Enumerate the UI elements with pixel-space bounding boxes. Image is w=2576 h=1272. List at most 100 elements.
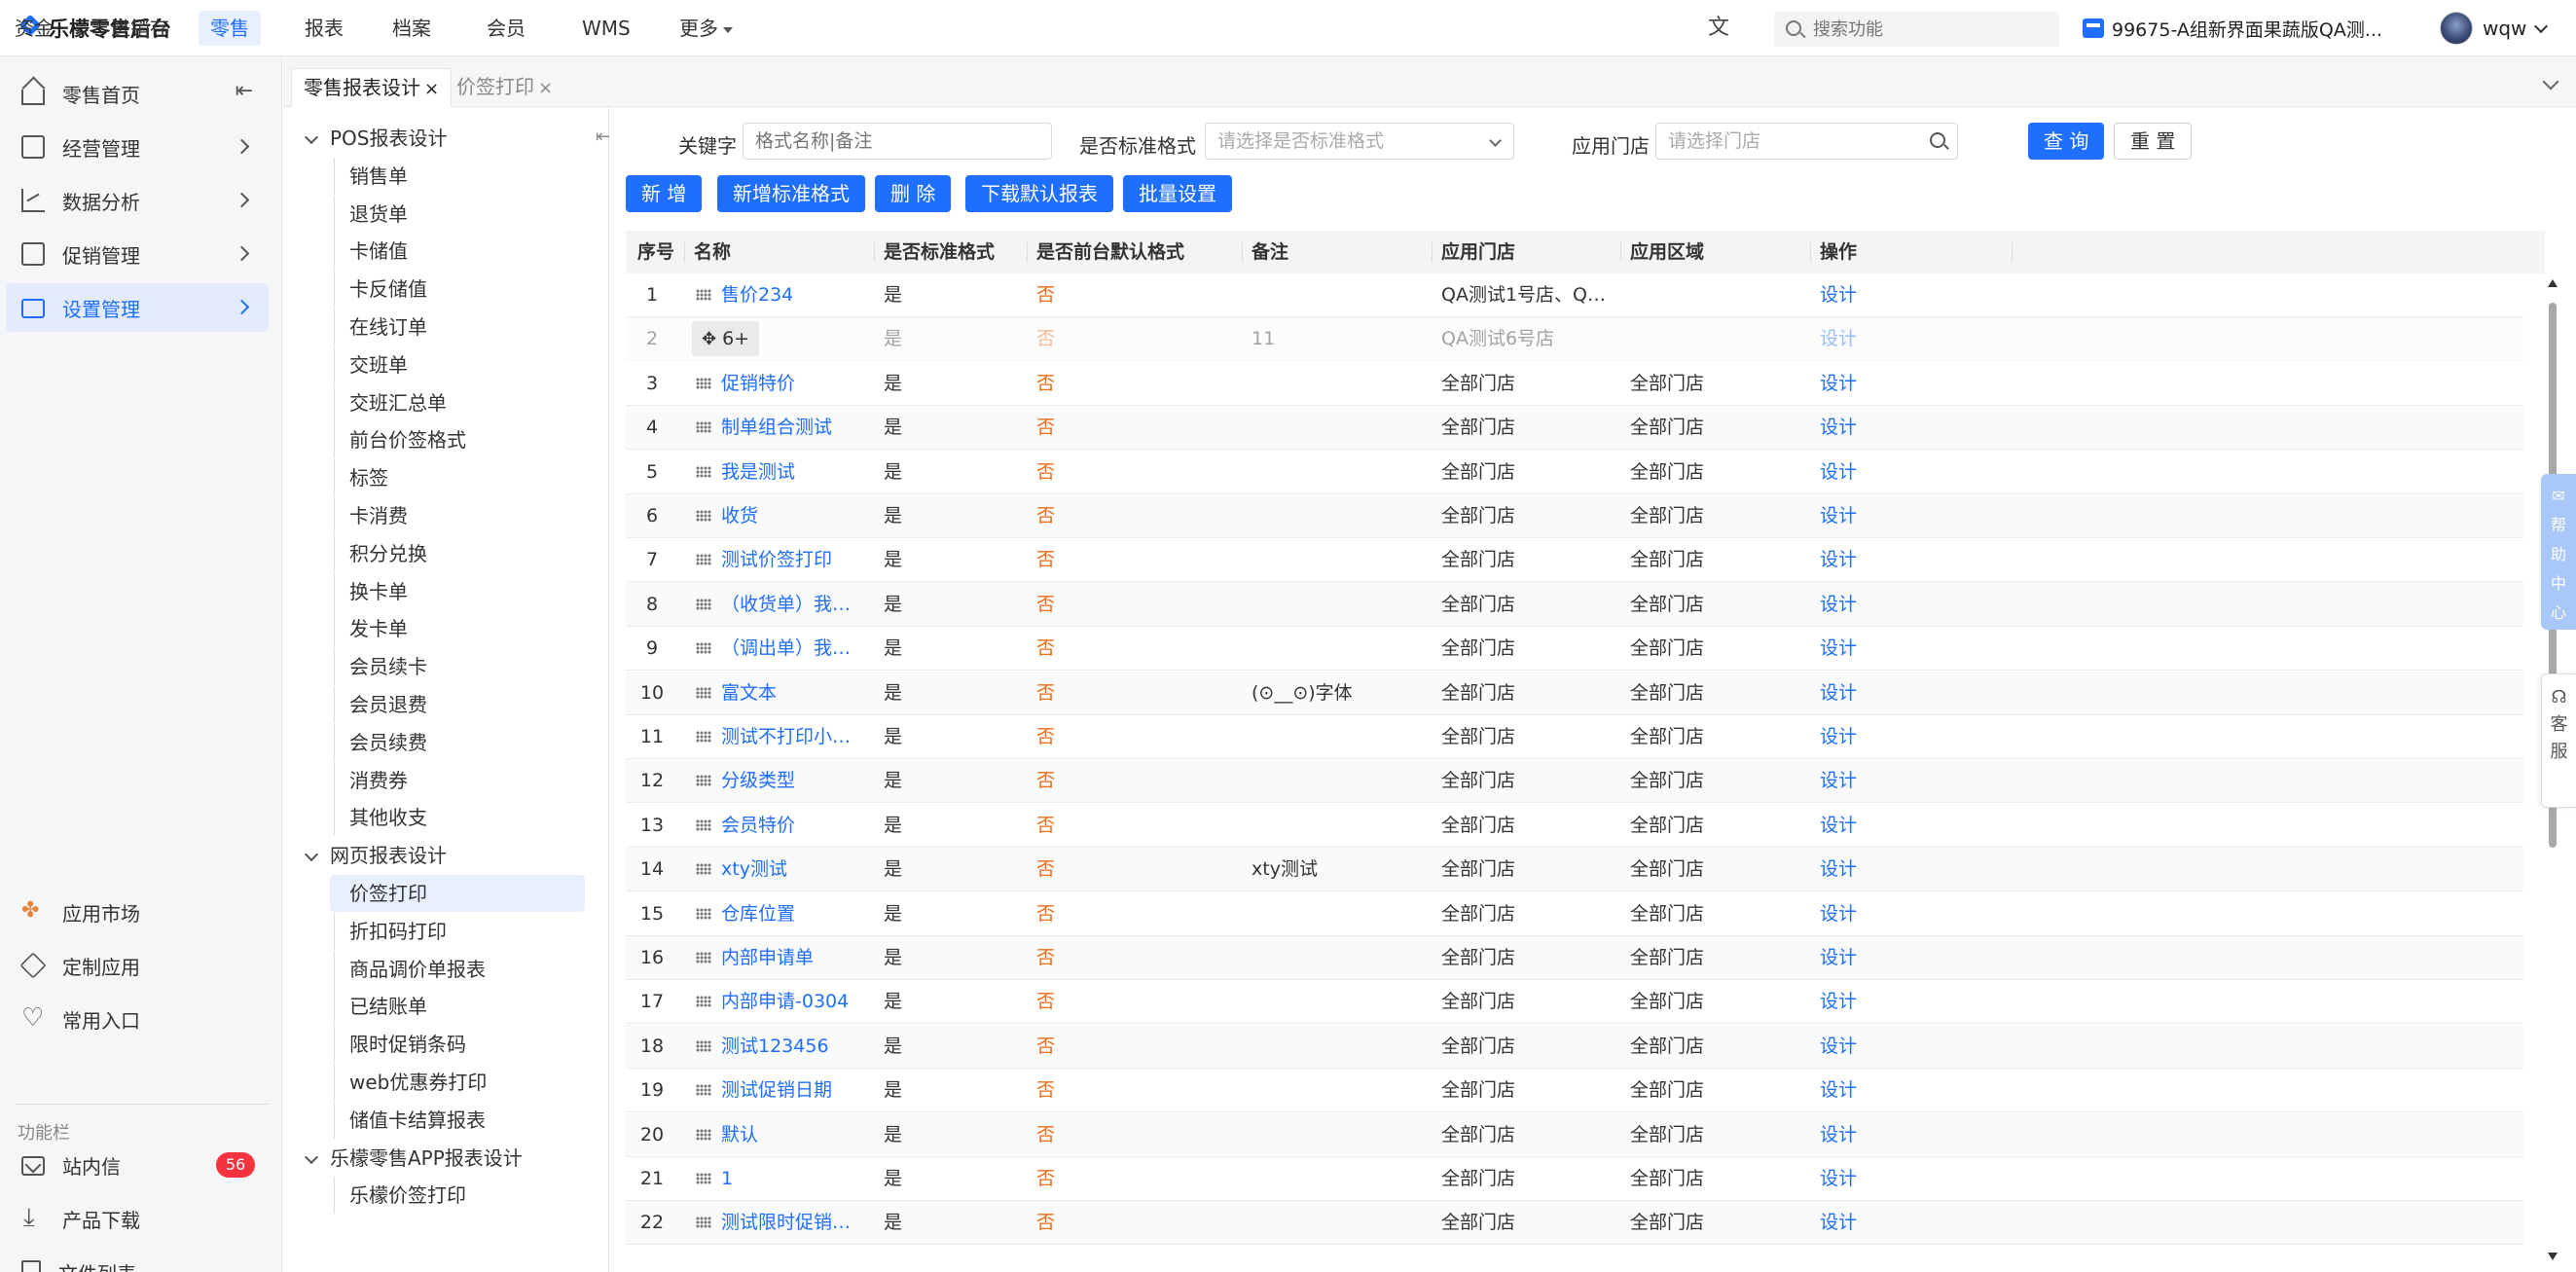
format-name-link[interactable]: 内部申请单 (721, 936, 867, 980)
drag-handle-icon[interactable] (696, 465, 711, 478)
standard-format-select[interactable]: 请选择是否标准格式 (1205, 123, 1514, 160)
design-link[interactable]: 设计 (1820, 848, 1857, 891)
format-name-link[interactable]: 1 (721, 1157, 867, 1201)
drag-handle-icon[interactable] (696, 289, 711, 301)
sidebar-item-0[interactable]: 零售首页 ⇤ (6, 69, 269, 118)
tree-item[interactable]: 换卡单 (283, 572, 604, 610)
table-row[interactable]: 19 测试促销日期是 否 全部门店 全部门店 设计 (626, 1069, 2523, 1113)
tree-item[interactable]: 交班单 (283, 345, 604, 383)
format-name-link[interactable]: 会员特价 (721, 804, 867, 848)
design-link[interactable]: 设计 (1820, 362, 1857, 406)
drag-handle-icon[interactable] (696, 1128, 711, 1141)
function-item-0[interactable]: 站内信 56 (6, 1141, 269, 1189)
nav-item-5[interactable]: 会员 (475, 11, 537, 46)
design-link[interactable]: 设计 (1820, 936, 1857, 980)
format-name-link[interactable]: （收货单）我… (721, 583, 867, 627)
tree-group-0[interactable]: POS报表设计 (283, 120, 604, 157)
format-name-link[interactable]: 默认 (721, 1113, 867, 1157)
keyword-input[interactable] (743, 123, 1052, 160)
tree-item[interactable]: 已结账单 (283, 988, 604, 1026)
table-row[interactable]: 22 测试限时促销… 是 否 全部门店 全部门店 设计 (626, 1201, 2523, 1246)
design-link[interactable]: 设计 (1820, 494, 1857, 538)
column-divider[interactable] (684, 242, 685, 262)
tab-list-dropdown-icon[interactable] (2542, 73, 2559, 91)
table-row[interactable]: 13 会员特价是 否 全部门店 全部门店 设计 (626, 804, 2523, 848)
table-row[interactable]: 6 收货是 否 全部门店 全部门店 设计 (626, 494, 2523, 538)
sidebar-bottom-item-1[interactable]: 定制应用 (6, 941, 269, 990)
tree-item[interactable]: 销售单 (283, 157, 604, 195)
format-name-link[interactable]: 富文本 (721, 672, 867, 715)
format-name-link[interactable]: 制单组合测试 (721, 406, 867, 450)
format-name-link[interactable]: 内部申请-0304 (721, 980, 867, 1024)
format-name-link[interactable]: xty测试 (721, 848, 867, 891)
design-link[interactable]: 设计 (1820, 1201, 1857, 1245)
nav-item-2[interactable]: 零售 (199, 11, 261, 46)
tree-item[interactable]: 卡储值 (283, 233, 604, 271)
format-name-link[interactable]: 分级类型 (721, 759, 867, 803)
design-link[interactable]: 设计 (1820, 538, 1857, 582)
function-item-1[interactable]: 产品下载 (6, 1194, 269, 1243)
design-link[interactable]: 设计 (1820, 451, 1857, 494)
drag-handle-icon[interactable] (696, 1173, 711, 1184)
drag-handle-icon[interactable] (696, 818, 711, 831)
action-button-0[interactable]: 新 增 (626, 175, 703, 212)
design-link[interactable]: 设计 (1820, 892, 1857, 936)
tree-group-1[interactable]: 网页报表设计 (283, 837, 604, 874)
table-row[interactable]: 1 售价234 是 否 QA测试1号店、Q… 设计 (626, 273, 2523, 317)
drag-handle-icon[interactable] (696, 642, 711, 655)
tree-group-2[interactable]: 乐檬零售APP报表设计 (283, 1140, 604, 1177)
design-link[interactable]: 设计 (1820, 627, 1857, 671)
sidebar-item-3[interactable]: 促销管理 (6, 230, 269, 278)
tree-item[interactable]: 乐檬价签打印 (283, 1177, 604, 1215)
format-name-link[interactable]: 售价234 (721, 273, 867, 317)
tree-item[interactable]: 卡反储值 (283, 271, 604, 309)
drag-handle-icon[interactable] (696, 1039, 711, 1052)
tree-item[interactable]: 积分兑换 (283, 534, 604, 572)
tree-item[interactable]: 交班汇总单 (283, 383, 604, 421)
column-divider[interactable] (2012, 242, 2013, 262)
action-button-2[interactable]: 删 除 (875, 175, 952, 212)
sidebar-item-4[interactable]: 设置管理 (6, 283, 269, 332)
action-button-3[interactable]: 下载默认报表 (965, 175, 1113, 212)
tree-item[interactable]: 标签 (283, 459, 604, 497)
nav-item-3[interactable]: 报表 (293, 11, 355, 46)
nav-item-4[interactable]: 档案 (381, 11, 443, 46)
close-icon[interactable]: × (424, 79, 439, 99)
tree-item[interactable]: 会员续费 (283, 723, 604, 761)
table-row[interactable]: 17 内部申请-0304 是 否 全部门店 全部门店 设计 (626, 980, 2523, 1025)
design-link[interactable]: 设计 (1820, 759, 1857, 803)
design-link[interactable]: 设计 (1820, 804, 1857, 848)
design-link[interactable]: 设计 (1820, 1069, 1857, 1112)
tree-item[interactable]: 储值卡结算报表 (283, 1101, 604, 1139)
nav-item-7[interactable]: 更多 (668, 11, 744, 46)
tree-item[interactable]: 前台价签格式 (283, 421, 604, 459)
format-name-link[interactable]: 测试价签打印 (721, 538, 867, 582)
design-link[interactable]: 设计 (1820, 583, 1857, 627)
format-name-link[interactable]: 测试促销日期 (721, 1069, 867, 1112)
design-link[interactable]: 设计 (1820, 273, 1857, 317)
format-name-link[interactable]: 收货 (721, 494, 867, 538)
sidebar-bottom-item-0[interactable]: 应用市场 (6, 888, 269, 936)
close-icon[interactable]: × (538, 78, 553, 98)
table-row[interactable]: 11 测试不打印小… 是 否 全部门店 全部门店 设计 (626, 715, 2523, 759)
global-search-input[interactable] (1813, 12, 2047, 47)
drag-handle-icon[interactable] (696, 1217, 711, 1229)
column-divider[interactable] (1432, 242, 1433, 262)
column-divider[interactable] (1620, 242, 1621, 262)
format-name-link[interactable]: 仓库位置 (721, 892, 867, 936)
nav-item-1[interactable]: 进销存 (99, 11, 181, 46)
table-row[interactable]: 4 制单组合测试是 否 全部门店 全部门店 设计 (626, 406, 2523, 451)
design-link[interactable]: 设计 (1820, 317, 1857, 361)
drag-handle-icon[interactable] (696, 598, 711, 610)
design-link[interactable]: 设计 (1820, 1157, 1857, 1201)
tree-item[interactable]: 其他收支 (283, 799, 604, 837)
tree-item[interactable]: 发卡单 (283, 610, 604, 648)
design-link[interactable]: 设计 (1820, 406, 1857, 450)
scroll-up-icon[interactable] (2548, 279, 2558, 287)
query-button[interactable]: 查 询 (2028, 123, 2105, 160)
table-row[interactable]: 21 1 是 否 全部门店 全部门店 设计 (626, 1157, 2523, 1201)
tree-item[interactable]: 折扣码打印 (283, 912, 604, 950)
table-row[interactable]: 3 促销特价是 否 全部门店 全部门店 设计 (626, 362, 2523, 406)
action-button-1[interactable]: 新增标准格式 (717, 175, 865, 212)
tree-item[interactable]: 会员续卡 (283, 648, 604, 686)
